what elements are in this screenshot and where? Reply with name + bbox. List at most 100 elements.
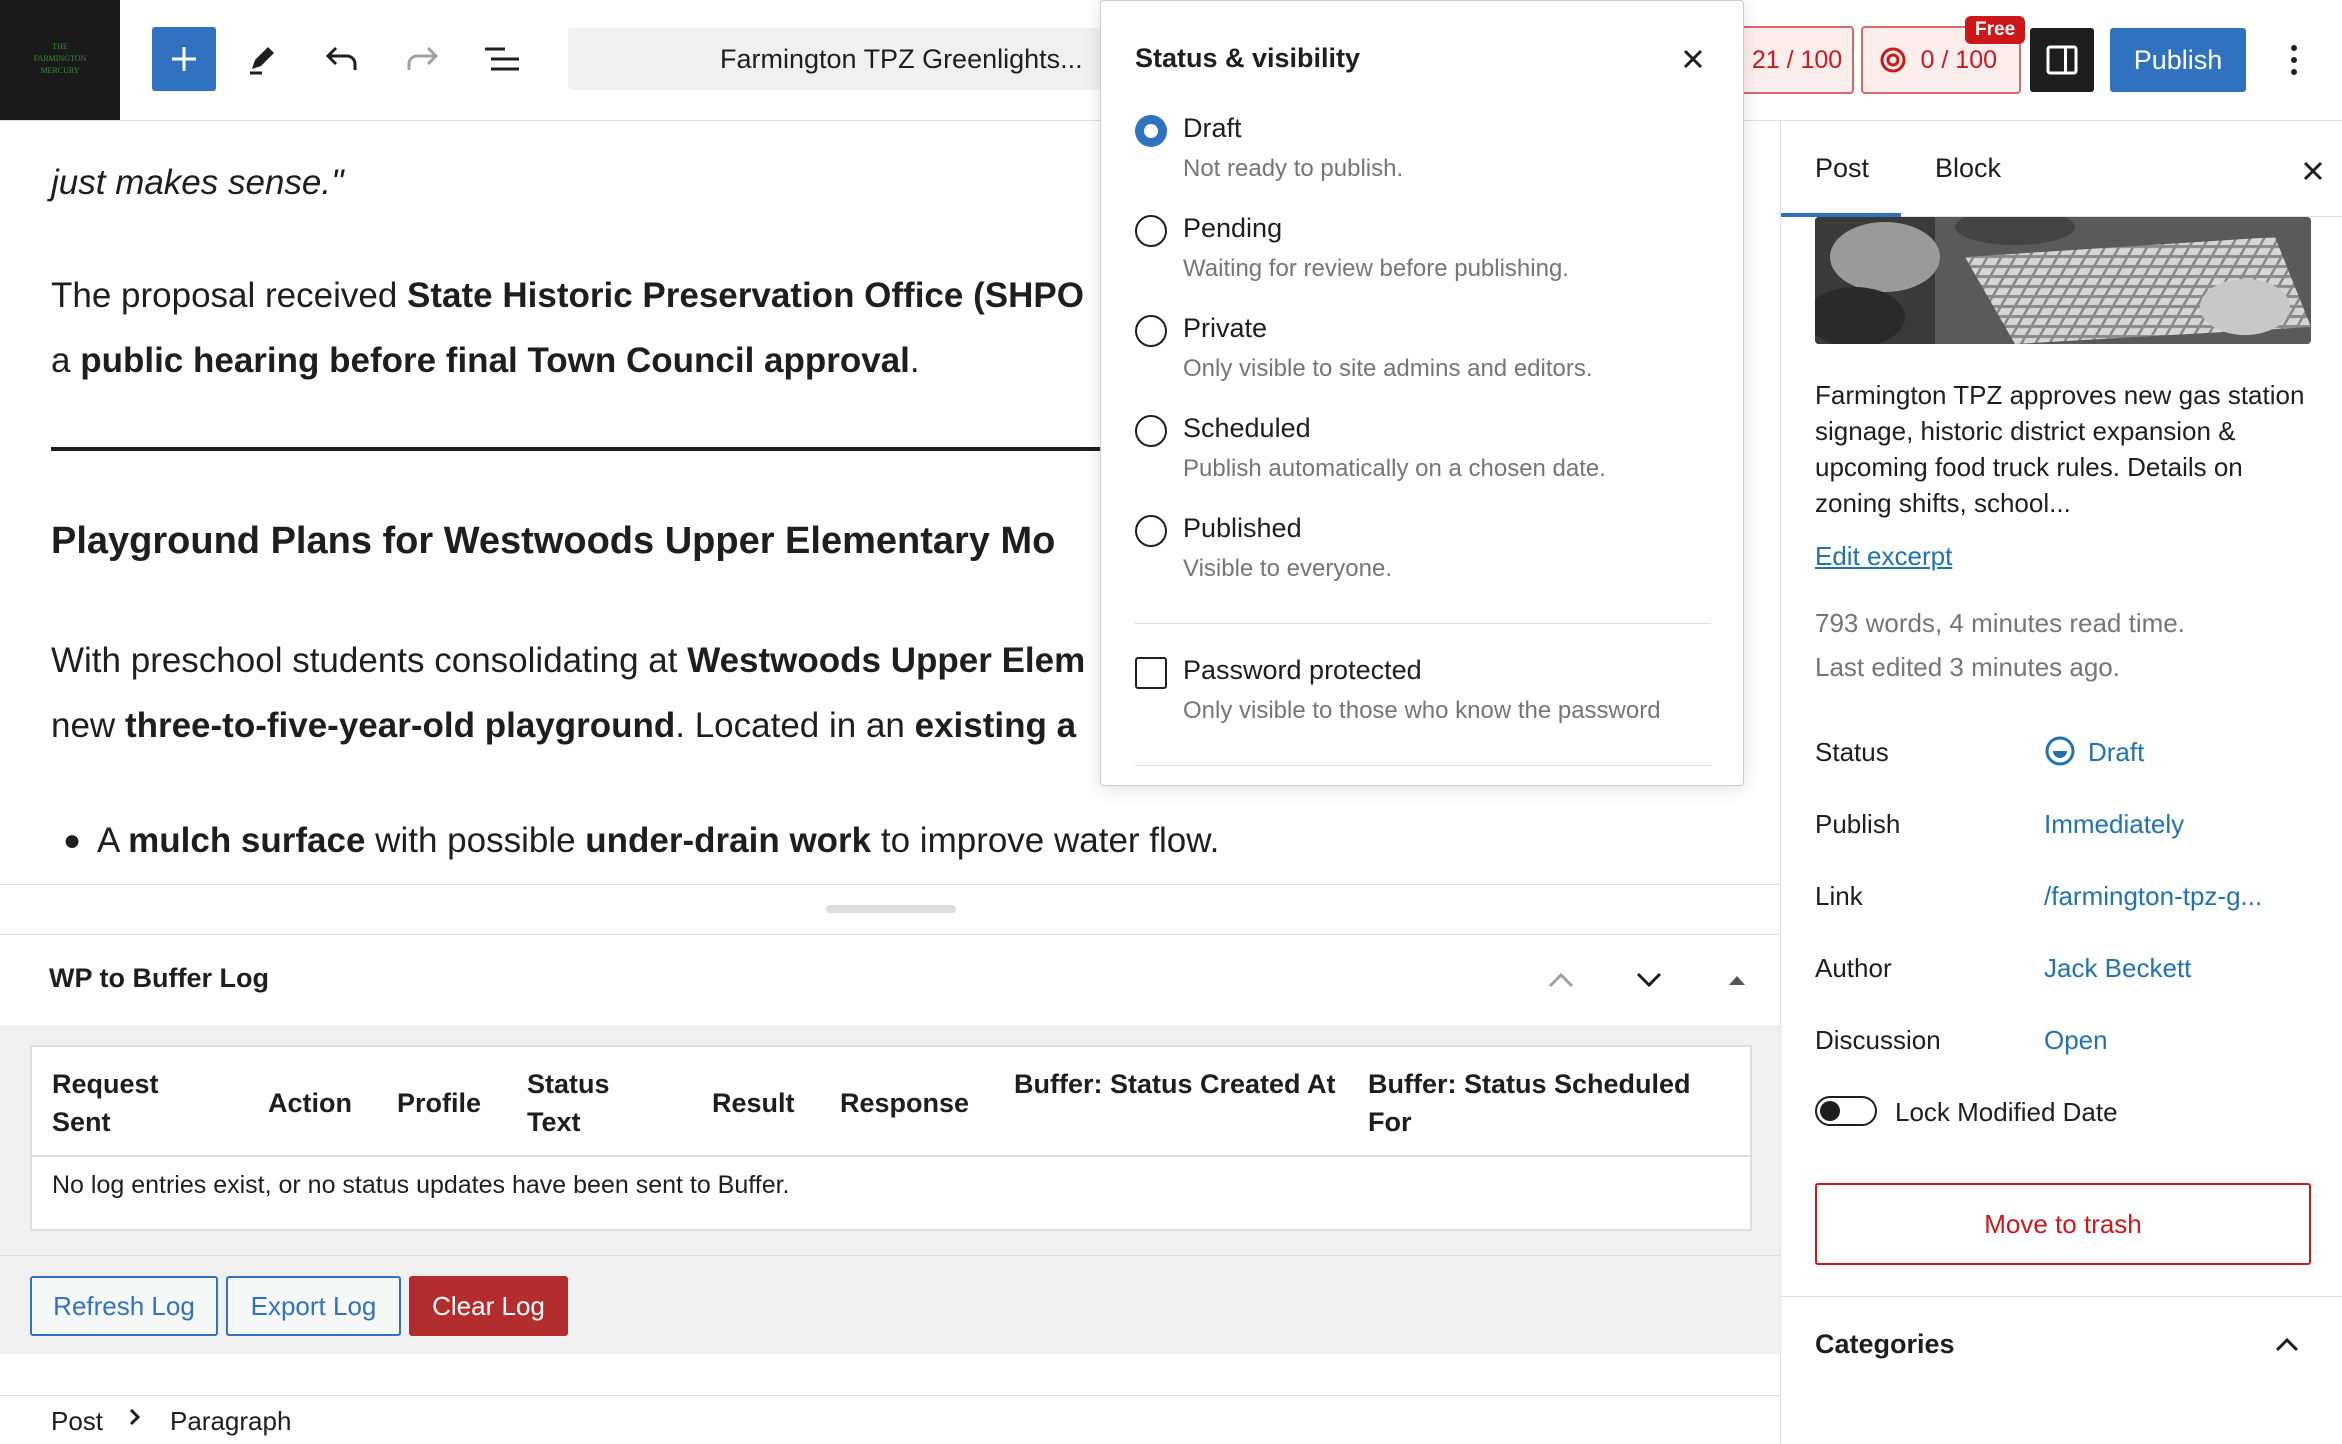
option-label: Private bbox=[1183, 313, 1268, 343]
pencil-icon bbox=[250, 47, 274, 75]
column-header: Buffer: Status Scheduled For bbox=[1368, 1069, 1691, 1137]
popover-close-button[interactable] bbox=[1671, 37, 1715, 81]
export-log-button[interactable]: Export Log bbox=[226, 1276, 401, 1336]
heading-text: Playground Plans for Westwoods Upper Ele… bbox=[51, 520, 1056, 562]
permalink-button[interactable]: /farmington-tpz-g... bbox=[2044, 881, 2262, 912]
password-checkbox[interactable] bbox=[1135, 657, 1167, 689]
publish-button[interactable]: Publish bbox=[2110, 28, 2246, 92]
document-title: Farmington TPZ Greenlights... bbox=[720, 43, 1083, 74]
publish-label: Publish bbox=[1815, 809, 1901, 839]
paragraph-line[interactable]: a public hearing before final Town Counc… bbox=[51, 328, 920, 393]
option-description: Only visible to those who know the passw… bbox=[1183, 697, 1661, 724]
lock-modified-date-toggle[interactable] bbox=[1815, 1096, 1877, 1126]
seo-target-icon bbox=[1880, 47, 1906, 73]
radio-published[interactable] bbox=[1135, 515, 1167, 547]
option-description: Visible to everyone. bbox=[1183, 555, 1393, 582]
option-label: Draft bbox=[1183, 113, 1242, 143]
categories-panel-title[interactable]: Categories bbox=[1815, 1329, 1955, 1360]
option-description: Not ready to publish. bbox=[1183, 155, 1404, 182]
clear-log-button[interactable]: Clear Log bbox=[409, 1276, 568, 1336]
close-icon bbox=[2303, 161, 2323, 181]
list-bold-text: mulch surface bbox=[128, 821, 366, 860]
radio-scheduled[interactable] bbox=[1135, 415, 1167, 447]
list-view-icon bbox=[485, 47, 519, 71]
paragraph-text: . Located in an bbox=[675, 706, 915, 745]
edit-excerpt-link[interactable]: Edit excerpt bbox=[1815, 541, 1952, 572]
breadcrumb-paragraph[interactable]: Paragraph bbox=[170, 1406, 291, 1437]
refresh-log-button[interactable]: Refresh Log bbox=[30, 1276, 218, 1336]
move-down-button[interactable] bbox=[1624, 957, 1674, 1003]
collapse-toggle-button[interactable] bbox=[1712, 957, 1762, 1003]
author-button[interactable]: Jack Beckett bbox=[2044, 953, 2191, 984]
column-header: Buffer: Status Created At bbox=[1014, 1069, 1336, 1099]
status-label: Status bbox=[1815, 737, 1889, 767]
metabox-actions: Refresh Log Export Log Clear Log bbox=[0, 1255, 1780, 1353]
move-up-button[interactable] bbox=[1536, 957, 1586, 1003]
list-text: A bbox=[97, 821, 129, 860]
tab-block[interactable]: Block bbox=[1935, 153, 2001, 184]
site-logo[interactable]: THE FARMINGTON MERCURY bbox=[0, 0, 120, 120]
paragraph-line[interactable]: new three-to-five-year-old playground. L… bbox=[51, 693, 1076, 758]
radio-draft[interactable] bbox=[1135, 115, 1167, 147]
radio-private[interactable] bbox=[1135, 315, 1167, 347]
more-vertical-icon bbox=[2291, 45, 2297, 75]
chevron-up-icon bbox=[2275, 1337, 2299, 1352]
list-item[interactable]: ● A mulch surface with possible under-dr… bbox=[63, 808, 1219, 873]
plus-icon bbox=[172, 47, 196, 71]
svg-text:THE: THE bbox=[52, 42, 68, 51]
column-header: Action bbox=[268, 1088, 352, 1118]
add-block-button[interactable] bbox=[152, 27, 216, 91]
chevron-right-icon bbox=[128, 1404, 142, 1435]
lock-modified-date-label: Lock Modified Date bbox=[1895, 1097, 2118, 1127]
paragraph-text: new bbox=[51, 706, 125, 745]
document-overview-button[interactable] bbox=[470, 27, 534, 91]
option-description: Waiting for review before publishing. bbox=[1183, 255, 1569, 282]
popover-divider bbox=[1135, 765, 1711, 766]
tools-button[interactable] bbox=[230, 27, 294, 91]
metabox-header: WP to Buffer Log bbox=[0, 935, 1780, 1025]
document-title-bar[interactable]: Farmington TPZ Greenlights... bbox=[568, 28, 1108, 90]
sidebar-divider bbox=[1781, 1296, 2342, 1297]
word-count: 793 words, 4 minutes read time. bbox=[1815, 608, 2185, 638]
chevron-up-icon bbox=[1548, 972, 1574, 988]
paragraph-bold-text: existing a bbox=[914, 706, 1077, 745]
log-table: Request Sent Action Profile Status Text … bbox=[30, 1045, 1752, 1231]
resize-handle[interactable] bbox=[826, 905, 956, 913]
status-visibility-popover: Status & visibility Draft Not ready to p… bbox=[1100, 0, 1744, 786]
paragraph-bold-text: State Historic Preservation Office (SHPO bbox=[407, 276, 1084, 315]
paragraph-block[interactable]: With preschool students consolidating at… bbox=[51, 628, 1085, 693]
paragraph-bold-text: three-to-five-year-old playground bbox=[124, 706, 676, 745]
separator-block[interactable] bbox=[51, 447, 1201, 451]
paragraph-block[interactable]: The proposal received State Historic Pre… bbox=[51, 263, 1084, 328]
paragraph-block[interactable]: just makes sense." bbox=[51, 150, 344, 215]
list-text: with possible bbox=[365, 821, 586, 860]
column-header: Status Text bbox=[527, 1069, 610, 1137]
draft-status-icon bbox=[2045, 736, 2075, 766]
categories-toggle[interactable] bbox=[2267, 1325, 2307, 1365]
close-icon bbox=[1683, 49, 1703, 69]
last-edited: Last edited 3 minutes ago. bbox=[1815, 652, 2120, 682]
column-header: Result bbox=[712, 1088, 795, 1118]
featured-image-illustration bbox=[1815, 217, 2311, 344]
site-logo-mark: THE FARMINGTON MERCURY bbox=[34, 42, 87, 75]
close-sidebar-button[interactable] bbox=[2291, 149, 2335, 193]
tab-post[interactable]: Post bbox=[1815, 153, 1869, 184]
metabox-title: WP to Buffer Log bbox=[49, 963, 269, 993]
status-value-button[interactable]: Draft bbox=[2044, 736, 2144, 768]
triangle-up-icon bbox=[1729, 976, 1745, 985]
options-menu-button[interactable] bbox=[2270, 28, 2318, 92]
undo-button[interactable] bbox=[310, 27, 374, 91]
heading-block[interactable]: Playground Plans for Westwoods Upper Ele… bbox=[51, 509, 1055, 574]
radio-pending[interactable] bbox=[1135, 215, 1167, 247]
move-to-trash-button[interactable]: Move to trash bbox=[1815, 1183, 2311, 1265]
readability-score-button[interactable]: 21 / 100 bbox=[1740, 26, 1854, 94]
publish-date-button[interactable]: Immediately bbox=[2044, 809, 2184, 840]
paragraph-text: The proposal received bbox=[51, 276, 408, 315]
option-description: Only visible to site admins and editors. bbox=[1183, 355, 1593, 382]
breadcrumb-post[interactable]: Post bbox=[51, 1406, 103, 1437]
discussion-button[interactable]: Open bbox=[2044, 1025, 2108, 1056]
paragraph-text: a bbox=[51, 341, 81, 380]
settings-sidebar-toggle[interactable] bbox=[2030, 28, 2094, 92]
featured-image[interactable] bbox=[1815, 217, 2311, 344]
redo-button[interactable] bbox=[390, 27, 454, 91]
